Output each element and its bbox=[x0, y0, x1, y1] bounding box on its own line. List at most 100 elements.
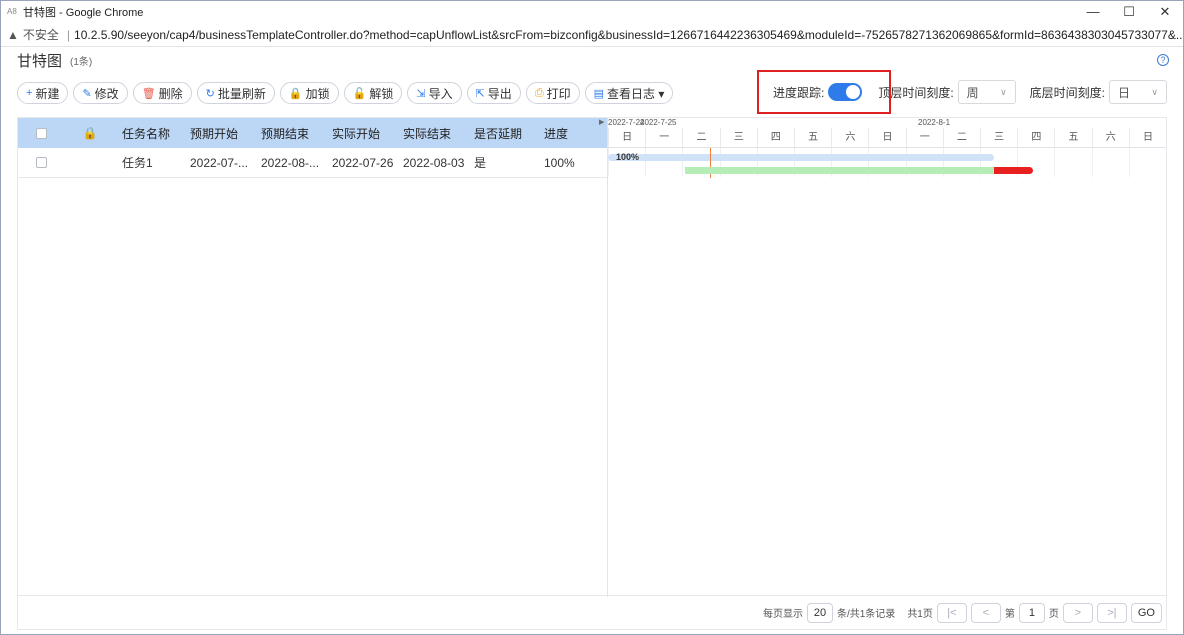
browser-window: A8 甘特图 - Google Chrome — ☐ ✕ ▲ 不安全 | 10.… bbox=[0, 0, 1184, 635]
toolbar-icon-4: 🔒 bbox=[288, 87, 303, 100]
actual-bar[interactable] bbox=[685, 167, 994, 174]
toolbar-icon-6: ⇲ bbox=[416, 87, 426, 100]
toolbar-button-5[interactable]: 🔓 解锁 bbox=[343, 82, 403, 104]
lock-icon: 🔒 bbox=[82, 126, 98, 140]
toolbar-button-8[interactable]: ⎙ 打印 bbox=[525, 82, 580, 104]
toolbar-icon-2: 🗑 bbox=[141, 87, 156, 100]
day-header-8: 一 bbox=[905, 128, 943, 147]
help-icon[interactable]: ? bbox=[1157, 54, 1169, 66]
toolbar-icon-8: ⎙ bbox=[534, 86, 544, 99]
insecure-label[interactable]: 不安全 bbox=[23, 26, 59, 43]
col-actual-end[interactable]: 实际结束 bbox=[399, 125, 470, 142]
week-label-3: 2022-8-1 bbox=[918, 118, 951, 127]
col-actual-start[interactable]: 实际开始 bbox=[328, 125, 399, 142]
toolbar-button-3[interactable]: ↻ 批量刷新 bbox=[196, 82, 275, 104]
app-icon: A8 bbox=[7, 7, 17, 16]
day-header-2: 二 bbox=[682, 128, 719, 147]
toolbar-label-6: 导入 bbox=[428, 86, 453, 101]
scale-controls: 进度跟踪: 顶层时间刻度: 周 ∨ 底层时间刻度: 日 ∨ bbox=[756, 70, 1167, 114]
day-header-13: 六 bbox=[1091, 128, 1129, 147]
pagination: 每页显示 20 条/共1条记录 共1页 |< < 第 1 页 > >| GO bbox=[18, 595, 1166, 629]
toolbar-button-6[interactable]: ⇲ 导入 bbox=[407, 82, 462, 104]
toolbar-icon-0: + bbox=[26, 87, 33, 99]
day-header-9: 二 bbox=[942, 128, 980, 147]
cell-progress: 100% bbox=[544, 155, 575, 170]
close-button[interactable]: ✕ bbox=[1147, 4, 1183, 20]
day-header-0: 日 bbox=[608, 128, 645, 147]
cell-plan-end: 2022-08-... bbox=[261, 155, 320, 170]
toolbar-button-4[interactable]: 🔒 加锁 bbox=[279, 82, 339, 104]
scroll-arrow-icon[interactable]: ▶ bbox=[599, 118, 604, 126]
page-suffix: 页 bbox=[1048, 609, 1059, 620]
cell-actual-end: 2022-08-03 bbox=[403, 155, 465, 170]
col-plan-start[interactable]: 预期开始 bbox=[186, 125, 257, 142]
next-page-button[interactable]: > bbox=[1062, 602, 1093, 623]
day-header-6: 六 bbox=[831, 128, 868, 147]
toolbar-button-2[interactable]: 🗑 删除 bbox=[132, 82, 192, 104]
gantt-page: 甘特图 (1条) ? + 新建 ✎ 修改 🗑 删除 ↻ 批量刷新 🔒 加锁 🔓 解锁 ⇲ 导入 ⇱ 导出 ⎙ 打印… bbox=[9, 48, 1175, 630]
col-task-name[interactable]: 任务名称 bbox=[116, 125, 186, 142]
go-button[interactable]: GO bbox=[1130, 602, 1162, 623]
gantt-chart[interactable]: ▶ 2022-7-24 2022-7-25 2022-8-1 日一二三四五六日一… bbox=[599, 118, 1166, 597]
col-plan-end[interactable]: 预期结束 bbox=[257, 125, 328, 142]
bottom-scale-label: 底层时间刻度: bbox=[1029, 85, 1105, 100]
toolbar-label-0: 新建 bbox=[35, 86, 60, 101]
toolbar-button-1[interactable]: ✎ 修改 bbox=[73, 82, 128, 104]
day-cell-1 bbox=[645, 148, 682, 177]
toolbar-icon-9: ▤ bbox=[593, 87, 605, 100]
total-pages: 共1页 bbox=[907, 609, 933, 620]
bar-progress-label: 100% bbox=[616, 152, 640, 162]
toolbar-button-9[interactable]: ▤ 查看日志 ▾ bbox=[584, 82, 674, 104]
toolbar-icon-3: ↻ bbox=[205, 87, 215, 100]
week-label-1: 2022-7-24 bbox=[608, 118, 645, 127]
maximize-button[interactable]: ☐ bbox=[1111, 4, 1147, 20]
delay-bar[interactable] bbox=[994, 167, 1033, 174]
page-header: 甘特图 (1条) ? bbox=[9, 48, 1175, 72]
toggle-knob bbox=[846, 85, 861, 99]
day-header-7: 日 bbox=[868, 128, 905, 147]
day-header-11: 四 bbox=[1017, 128, 1054, 147]
select-all-checkbox[interactable] bbox=[35, 127, 47, 139]
toolbar-button-0[interactable]: + 新建 bbox=[17, 82, 69, 104]
url-text[interactable]: 10.2.5.90/seeyon/cap4/businessTemplateCo… bbox=[74, 28, 1183, 42]
minimize-button[interactable]: — bbox=[1075, 4, 1111, 20]
bottom-scale-select[interactable]: 日 ∨ bbox=[1109, 80, 1167, 104]
address-bar[interactable]: ▲ 不安全 | 10.2.5.90/seeyon/cap4/businessTe… bbox=[1, 23, 1183, 47]
plan-bar[interactable] bbox=[608, 154, 994, 161]
records-label: 条/共1条记录 bbox=[836, 609, 896, 620]
bottom-scale-value: 日 bbox=[1118, 85, 1131, 100]
first-page-button[interactable]: |< bbox=[936, 602, 967, 623]
gantt-week-header: ▶ 2022-7-24 2022-7-25 2022-8-1 bbox=[599, 118, 1166, 128]
last-page-button[interactable]: >| bbox=[1096, 602, 1127, 623]
toolbar-label-2: 删除 bbox=[158, 86, 183, 101]
row-select-cell bbox=[18, 157, 64, 168]
row-checkbox[interactable] bbox=[35, 157, 47, 168]
toolbar-button-7[interactable]: ⇱ 导出 bbox=[466, 82, 521, 104]
per-page-input[interactable]: 20 bbox=[806, 602, 833, 623]
top-scale-select[interactable]: 周 ∨ bbox=[957, 80, 1016, 104]
chevron-down-icon: ∨ bbox=[1000, 86, 1007, 97]
page-title: 甘特图 bbox=[17, 52, 63, 70]
day-header-4: 四 bbox=[756, 128, 794, 147]
cell-plan-start: 2022-07-... bbox=[190, 155, 249, 170]
chevron-down-icon: ∨ bbox=[1151, 86, 1158, 97]
toolbar-icon-5: 🔓 bbox=[352, 87, 367, 100]
highlight-box bbox=[756, 70, 891, 114]
col-progress[interactable]: 进度 bbox=[540, 125, 606, 142]
gantt-grid: 🔒 任务名称 预期开始 预期结束 实际开始 实际结束 是否延期 进度 任务1 2… bbox=[17, 117, 1167, 630]
col-delayed[interactable]: 是否延期 bbox=[470, 125, 540, 142]
page-input[interactable]: 1 bbox=[1018, 602, 1045, 623]
cell-task-name[interactable]: 任务1 bbox=[116, 154, 186, 171]
toolbar-label-4: 加锁 bbox=[305, 86, 330, 101]
toolbar-label-8: 打印 bbox=[546, 86, 571, 101]
day-cell-14 bbox=[1128, 148, 1166, 177]
toolbar-label-5: 解锁 bbox=[369, 86, 394, 101]
prev-page-button[interactable]: < bbox=[970, 602, 1001, 623]
toolbar-label-7: 导出 bbox=[487, 86, 512, 101]
table-row[interactable]: 任务1 2022-07-... 2022-08-... 2022-07-26 2… bbox=[18, 148, 607, 178]
address-separator: | bbox=[66, 27, 71, 42]
progress-track-toggle[interactable] bbox=[828, 83, 863, 101]
table-header: 🔒 任务名称 预期开始 预期结束 实际开始 实际结束 是否延期 进度 bbox=[18, 118, 607, 148]
page-prefix: 第 bbox=[1004, 609, 1015, 620]
day-header-1: 一 bbox=[645, 128, 682, 147]
